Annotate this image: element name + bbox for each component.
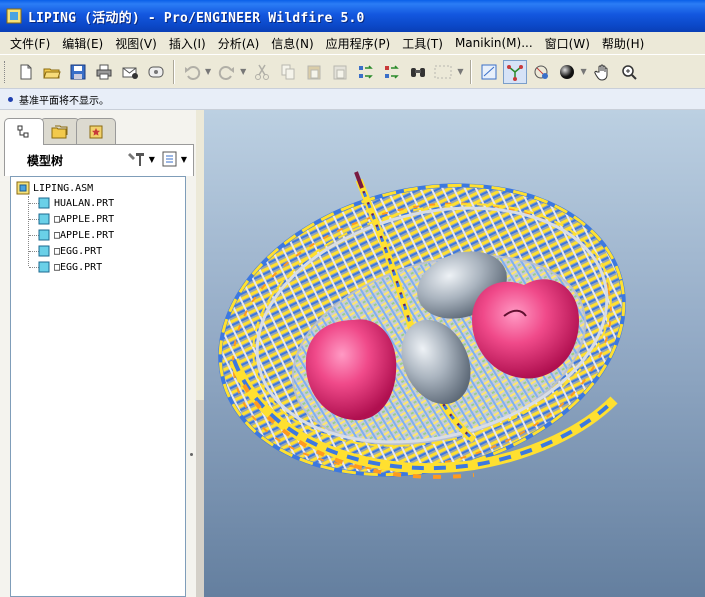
menu-edit[interactable]: 编辑(E) (56, 35, 109, 52)
tree-item-label: □APPLE.PRT (54, 213, 115, 225)
menu-tools[interactable]: 工具(T) (396, 35, 449, 52)
redo-dropdown-icon[interactable]: ▼ (240, 67, 246, 76)
toolbar-separator (173, 59, 175, 84)
panel-sash[interactable] (196, 400, 204, 597)
copy-icon[interactable] (276, 60, 300, 84)
tree-item-label: □APPLE.PRT (54, 229, 115, 241)
message-text: 基准平面将不显示。 (19, 95, 109, 107)
tab-model-tree[interactable] (4, 118, 44, 145)
tree-root[interactable]: LIPING.ASM (16, 180, 93, 196)
open-icon[interactable] (40, 60, 64, 84)
datum-display-icon[interactable] (477, 60, 501, 84)
save-icon[interactable] (66, 60, 90, 84)
selection-dropdown-icon[interactable]: ▼ (457, 67, 463, 76)
shading-icon[interactable] (555, 60, 579, 84)
menu-file[interactable]: 文件(F) (4, 35, 56, 52)
menu-insert[interactable]: 插入(I) (163, 35, 212, 52)
tree-connector (28, 196, 29, 266)
message-bullet-icon (8, 96, 13, 102)
app-icon (6, 8, 22, 24)
tree-item[interactable]: □APPLE.PRT (38, 227, 114, 243)
folder-tab-icon (51, 125, 68, 138)
zoom-icon[interactable] (617, 60, 641, 84)
find-icon[interactable] (406, 60, 430, 84)
splitter-grip-icon (190, 453, 193, 456)
menu-applications[interactable]: 应用程序(P) (320, 35, 397, 52)
paste-special-icon[interactable] (328, 60, 352, 84)
paste-icon[interactable] (302, 60, 326, 84)
tree-item-label: HUALAN.PRT (54, 197, 115, 209)
show-dropdown-icon[interactable]: ▼ (181, 155, 187, 164)
shading-dropdown-icon[interactable]: ▼ (580, 67, 586, 76)
navigator-panel: 模型树 ▼ ▼ LIPING.ASM HUALAN.PRT □APPLE.PRT… (0, 110, 196, 597)
title-bar: LIPING (活动的) - Pro/ENGINEER Wildfire 5.0 (0, 0, 705, 32)
menu-info[interactable]: 信息(N) (265, 35, 319, 52)
tab-folder-browser[interactable] (40, 118, 80, 144)
orient-icon[interactable] (529, 60, 553, 84)
model-tree-tools: ▼ ▼ (127, 150, 187, 168)
regen-manager-icon[interactable] (380, 60, 404, 84)
print-icon[interactable] (92, 60, 116, 84)
window-title: LIPING (活动的) - Pro/ENGINEER Wildfire 5.0 (28, 10, 365, 26)
pan-hand-icon[interactable] (591, 60, 615, 84)
basket-model (218, 171, 626, 479)
part-icon (38, 245, 50, 257)
part-icon (38, 261, 50, 273)
menu-manikin[interactable]: Manikin(M)... (449, 36, 539, 50)
assembly-icon (16, 181, 30, 195)
toolbar-separator (470, 59, 473, 84)
show-list-icon[interactable] (161, 150, 179, 168)
tab-favorites[interactable] (76, 118, 116, 144)
favorites-tab-icon (89, 125, 103, 138)
part-icon (38, 213, 50, 225)
spin-center-icon[interactable] (503, 59, 528, 84)
tree-item[interactable]: HUALAN.PRT (38, 195, 114, 211)
tree-item[interactable]: □EGG.PRT (38, 259, 102, 275)
regenerate-icon[interactable] (354, 60, 378, 84)
cut-icon[interactable] (250, 60, 274, 84)
main-toolbar: ▼ ▼ ▼ ▼ (0, 54, 705, 88)
toolbar-grip[interactable] (4, 60, 7, 83)
model-tree-title: 模型树 (27, 154, 64, 168)
settings-tools-icon[interactable] (127, 150, 147, 168)
undo-dropdown-icon[interactable]: ▼ (205, 67, 211, 76)
message-area: 基准平面将不显示。 (0, 88, 705, 110)
graphics-window[interactable] (204, 110, 705, 597)
part-icon (38, 229, 50, 241)
selection-box-icon[interactable] (432, 60, 456, 84)
tree-item[interactable]: □EGG.PRT (38, 243, 102, 259)
part-icon (38, 197, 50, 209)
undo-icon[interactable] (180, 60, 204, 84)
menu-window[interactable]: 窗口(W) (539, 35, 596, 52)
tree-root-label: LIPING.ASM (33, 182, 94, 194)
tree-item[interactable]: □APPLE.PRT (38, 211, 114, 227)
model-tree[interactable]: LIPING.ASM HUALAN.PRT □APPLE.PRT □APPLE.… (10, 176, 186, 597)
menu-bar: 文件(F) 编辑(E) 视图(V) 插入(I) 分析(A) 信息(N) 应用程序… (0, 32, 705, 54)
menu-analysis[interactable]: 分析(A) (212, 35, 266, 52)
model-tree-header: 模型树 ▼ ▼ (4, 144, 194, 176)
settings-dropdown-icon[interactable]: ▼ (149, 155, 155, 164)
menu-help[interactable]: 帮助(H) (596, 35, 650, 52)
redo-icon[interactable] (215, 60, 239, 84)
attach-icon[interactable] (144, 60, 168, 84)
model-tree-tab-icon (17, 125, 29, 138)
tree-item-label: □EGG.PRT (54, 245, 103, 257)
new-icon[interactable] (14, 60, 38, 84)
navigator-tabs (4, 118, 116, 145)
tree-item-label: □EGG.PRT (54, 261, 103, 273)
send-mail-icon[interactable] (118, 60, 142, 84)
menu-view[interactable]: 视图(V) (109, 35, 163, 52)
